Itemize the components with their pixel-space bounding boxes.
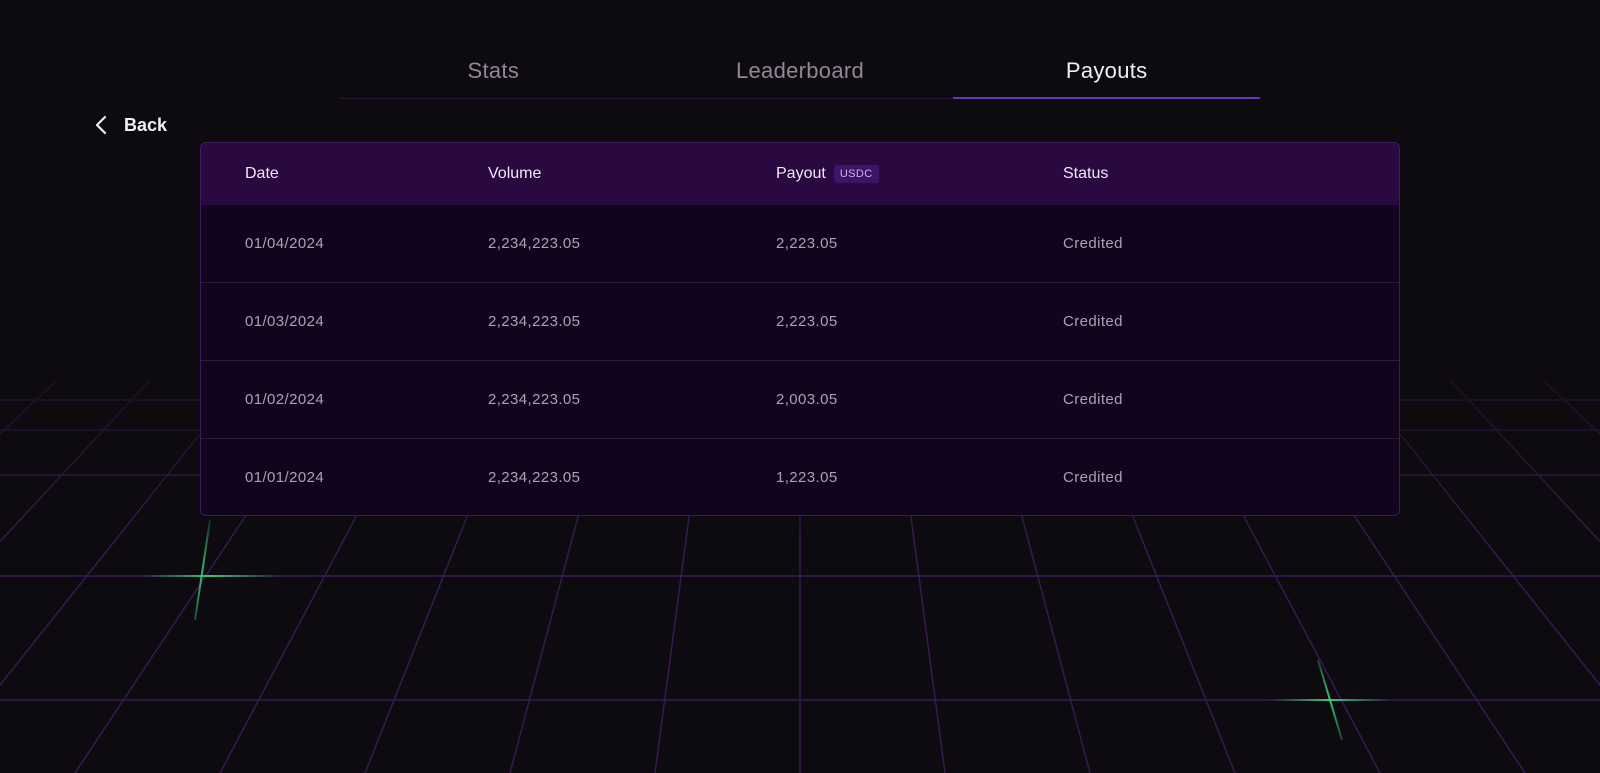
table-header: Date Volume Payout USDC Status <box>201 143 1399 205</box>
cell-status: Credited <box>1063 235 1123 252</box>
cell-volume: 2,234,223.05 <box>488 469 581 486</box>
table-row: 01/02/2024 2,234,223.05 2,003.05 Credite… <box>201 360 1399 438</box>
header-payout-label: Payout <box>776 165 826 182</box>
back-button[interactable]: Back <box>92 110 167 140</box>
tab-bar: Stats Leaderboard Payouts <box>340 48 1261 99</box>
cell-status: Credited <box>1063 313 1123 330</box>
back-label: Back <box>124 114 168 135</box>
tab-leaderboard[interactable]: Leaderboard <box>647 48 954 98</box>
tab-stats[interactable]: Stats <box>340 48 647 98</box>
header-date: Date <box>245 165 279 182</box>
table-row: 01/03/2024 2,234,223.05 2,223.05 Credite… <box>201 282 1399 360</box>
cell-volume: 2,234,223.05 <box>488 235 581 252</box>
header-status: Status <box>1063 165 1109 182</box>
chevron-left-icon <box>92 114 112 136</box>
cell-payout: 2,003.05 <box>776 391 838 408</box>
payouts-page: Stats Leaderboard Payouts Back Date Volu… <box>0 0 1600 773</box>
cell-payout: 2,223.05 <box>776 313 838 330</box>
cell-date: 01/03/2024 <box>245 313 325 330</box>
cell-payout: 2,223.05 <box>776 235 838 252</box>
payouts-table: Date Volume Payout USDC Status 01/04/202… <box>200 142 1400 516</box>
header-volume: Volume <box>488 165 542 182</box>
cell-volume: 2,234,223.05 <box>488 391 581 408</box>
cell-date: 01/01/2024 <box>245 469 325 486</box>
cell-date: 01/02/2024 <box>245 391 325 408</box>
table-row: 01/04/2024 2,234,223.05 2,223.05 Credite… <box>201 205 1399 282</box>
cell-payout: 1,223.05 <box>776 469 838 486</box>
header-payout: Payout USDC <box>776 165 1063 183</box>
cell-status: Credited <box>1063 469 1123 486</box>
table-row: 01/01/2024 2,234,223.05 1,223.05 Credite… <box>201 438 1399 515</box>
table-body: 01/04/2024 2,234,223.05 2,223.05 Credite… <box>201 205 1399 515</box>
tab-payouts[interactable]: Payouts <box>953 48 1261 99</box>
cell-volume: 2,234,223.05 <box>488 313 581 330</box>
cell-date: 01/04/2024 <box>245 235 325 252</box>
cell-status: Credited <box>1063 391 1123 408</box>
currency-badge: USDC <box>833 165 879 183</box>
